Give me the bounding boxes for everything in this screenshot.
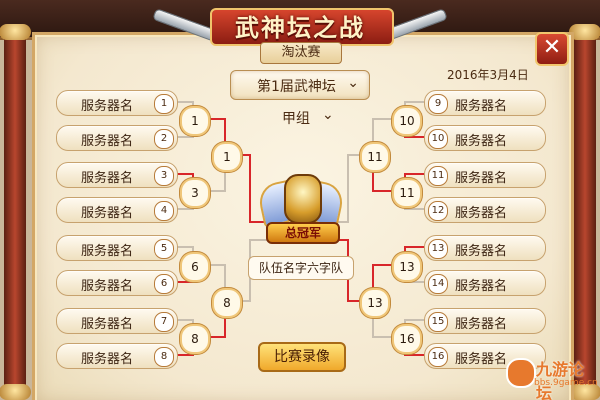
server-name: 服务器名	[455, 279, 508, 294]
server-slot[interactable]: 服务器名 3	[56, 162, 178, 188]
seed-number: 16	[428, 347, 448, 367]
round1-result-circle[interactable]: 16	[392, 324, 422, 354]
round1-result-circle[interactable]: 1	[180, 106, 210, 136]
seed-number: 8	[154, 347, 174, 367]
seed-number: 13	[428, 239, 448, 259]
group-dropdown[interactable]: 甲组 ⌄	[270, 106, 350, 128]
round1-result-circle[interactable]: 11	[392, 178, 422, 208]
server-name: 服务器名	[455, 171, 508, 186]
server-name: 服务器名	[81, 352, 134, 367]
server-name: 服务器名	[81, 206, 134, 221]
bracket-line	[372, 264, 392, 288]
round1-result-circle[interactable]: 6	[180, 252, 210, 282]
server-slot[interactable]: 14 服务器名	[424, 270, 546, 296]
seed-number: 3	[154, 166, 174, 186]
server-name: 服务器名	[81, 244, 134, 259]
server-slot[interactable]: 13 服务器名	[424, 235, 546, 261]
server-slot[interactable]: 11 服务器名	[424, 162, 546, 188]
chevron-down-icon: ⌄	[322, 107, 334, 123]
title-banner: 武神坛之战 淘汰赛	[152, 2, 448, 64]
server-name: 服务器名	[455, 352, 508, 367]
server-name: 服务器名	[455, 99, 508, 114]
seed-number: 4	[154, 201, 174, 221]
round1-result-circle[interactable]: 10	[392, 106, 422, 136]
server-slot[interactable]: 10 服务器名	[424, 125, 546, 151]
page-subtitle: 淘汰赛	[260, 42, 342, 64]
seed-number: 14	[428, 274, 448, 294]
seed-number: 12	[428, 201, 448, 221]
watermark: 九游论坛 bbs.9game.cn	[506, 354, 598, 400]
server-name: 服务器名	[81, 171, 134, 186]
round1-result-circle[interactable]: 8	[180, 324, 210, 354]
champion-emblem: 总冠军	[256, 168, 346, 250]
trophy-icon	[284, 174, 322, 224]
seed-number: 10	[428, 129, 448, 149]
server-slot[interactable]: 服务器名 7	[56, 308, 178, 334]
season-dropdown-label: 第1届武神坛	[257, 79, 336, 95]
round1-result-circle[interactable]: 3	[180, 178, 210, 208]
seed-number: 5	[154, 239, 174, 259]
seed-number: 2	[154, 129, 174, 149]
bracket-line	[372, 118, 392, 142]
server-name: 服务器名	[81, 99, 134, 114]
server-name: 服务器名	[455, 134, 508, 149]
match-replay-button[interactable]: 比赛录像	[258, 342, 346, 372]
server-slot[interactable]: 服务器名 1	[56, 90, 178, 116]
server-name: 服务器名	[455, 244, 508, 259]
seed-number: 9	[428, 94, 448, 114]
close-icon: ✕	[542, 35, 562, 60]
seed-number: 15	[428, 312, 448, 332]
champion-team-name: 队伍名字六字队	[248, 256, 354, 280]
server-slot[interactable]: 服务器名 5	[56, 235, 178, 261]
seed-number: 1	[154, 94, 174, 114]
server-name: 服务器名	[455, 317, 508, 332]
tournament-bracket-screen: 武神坛之战 淘汰赛 ✕ 第1届武神坛 ⌄ 甲组 ⌄ 2016年3月4日 服务器名…	[0, 0, 600, 400]
seed-number: 11	[428, 166, 448, 186]
seed-number: 7	[154, 312, 174, 332]
server-slot[interactable]: 服务器名 4	[56, 197, 178, 223]
watermark-url: bbs.9game.cn	[534, 378, 598, 388]
round2-result-circle[interactable]: 8	[212, 288, 242, 318]
close-button[interactable]: ✕	[535, 32, 569, 66]
round2-result-circle[interactable]: 13	[360, 288, 390, 318]
server-slot[interactable]: 15 服务器名	[424, 308, 546, 334]
chevron-down-icon: ⌄	[347, 75, 359, 91]
server-name: 服务器名	[81, 279, 134, 294]
server-name: 服务器名	[81, 134, 134, 149]
server-slot[interactable]: 9 服务器名	[424, 90, 546, 116]
round2-result-circle[interactable]: 1	[212, 142, 242, 172]
server-slot[interactable]: 服务器名 8	[56, 343, 178, 369]
brand-logo-icon	[506, 358, 536, 388]
champion-label: 总冠军	[266, 222, 340, 244]
group-dropdown-label: 甲组	[282, 111, 310, 127]
round2-result-circle[interactable]: 11	[360, 142, 390, 172]
season-dropdown[interactable]: 第1届武神坛 ⌄	[230, 70, 370, 100]
server-slot[interactable]: 服务器名 2	[56, 125, 178, 151]
server-slot[interactable]: 12 服务器名	[424, 197, 546, 223]
seed-number: 6	[154, 274, 174, 294]
match-date: 2016年3月4日	[447, 68, 529, 82]
server-name: 服务器名	[455, 206, 508, 221]
round1-result-circle[interactable]: 13	[392, 252, 422, 282]
server-name: 服务器名	[81, 317, 134, 332]
page-title: 武神坛之战	[235, 13, 365, 42]
server-slot[interactable]: 服务器名 6	[56, 270, 178, 296]
